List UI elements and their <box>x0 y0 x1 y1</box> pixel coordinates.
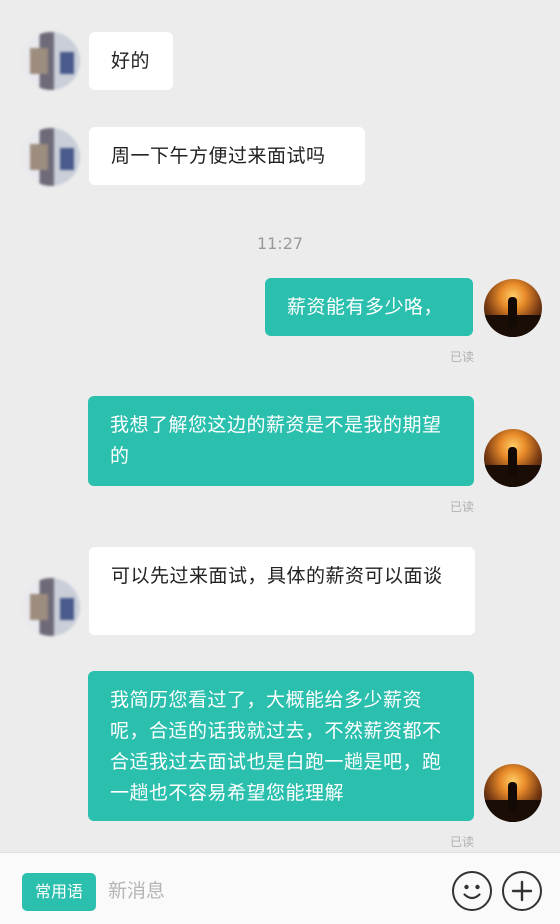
chat-area[interactable]: 好的 周一下午方便过来面试吗 11:27 薪资能有多少咯， 已读 我想了解您这边… <box>0 0 560 852</box>
contact-avatar[interactable] <box>22 578 80 636</box>
smiley-icon <box>463 884 481 900</box>
more-button[interactable] <box>502 871 542 911</box>
outgoing-message: 我简历您看过了，大概能给多少薪资呢，合适的话我就过去，不然薪资都不合适我过去面试… <box>88 671 474 821</box>
contact-avatar[interactable] <box>22 128 80 186</box>
outgoing-message: 薪资能有多少咯， <box>265 278 473 336</box>
incoming-message: 好的 <box>89 32 173 90</box>
message-input[interactable] <box>108 871 428 911</box>
message-timestamp: 11:27 <box>256 234 304 253</box>
incoming-message: 周一下午方便过来面试吗 <box>89 127 365 185</box>
contact-avatar[interactable] <box>22 32 80 90</box>
plus-icon <box>511 880 533 902</box>
read-status: 已读 <box>450 500 475 514</box>
my-avatar[interactable] <box>484 764 542 822</box>
outgoing-message: 我想了解您这边的薪资是不是我的期望的 <box>88 396 474 486</box>
my-avatar[interactable] <box>484 279 542 337</box>
my-avatar[interactable] <box>484 429 542 487</box>
quick-phrases-button[interactable]: 常用语 <box>22 873 96 911</box>
emoji-button[interactable] <box>452 871 492 911</box>
read-status: 已读 <box>450 835 475 849</box>
read-status: 已读 <box>450 350 475 364</box>
message-composer: 常用语 <box>0 852 560 924</box>
incoming-message: 可以先过来面试，具体的薪资可以面谈 <box>89 547 475 635</box>
